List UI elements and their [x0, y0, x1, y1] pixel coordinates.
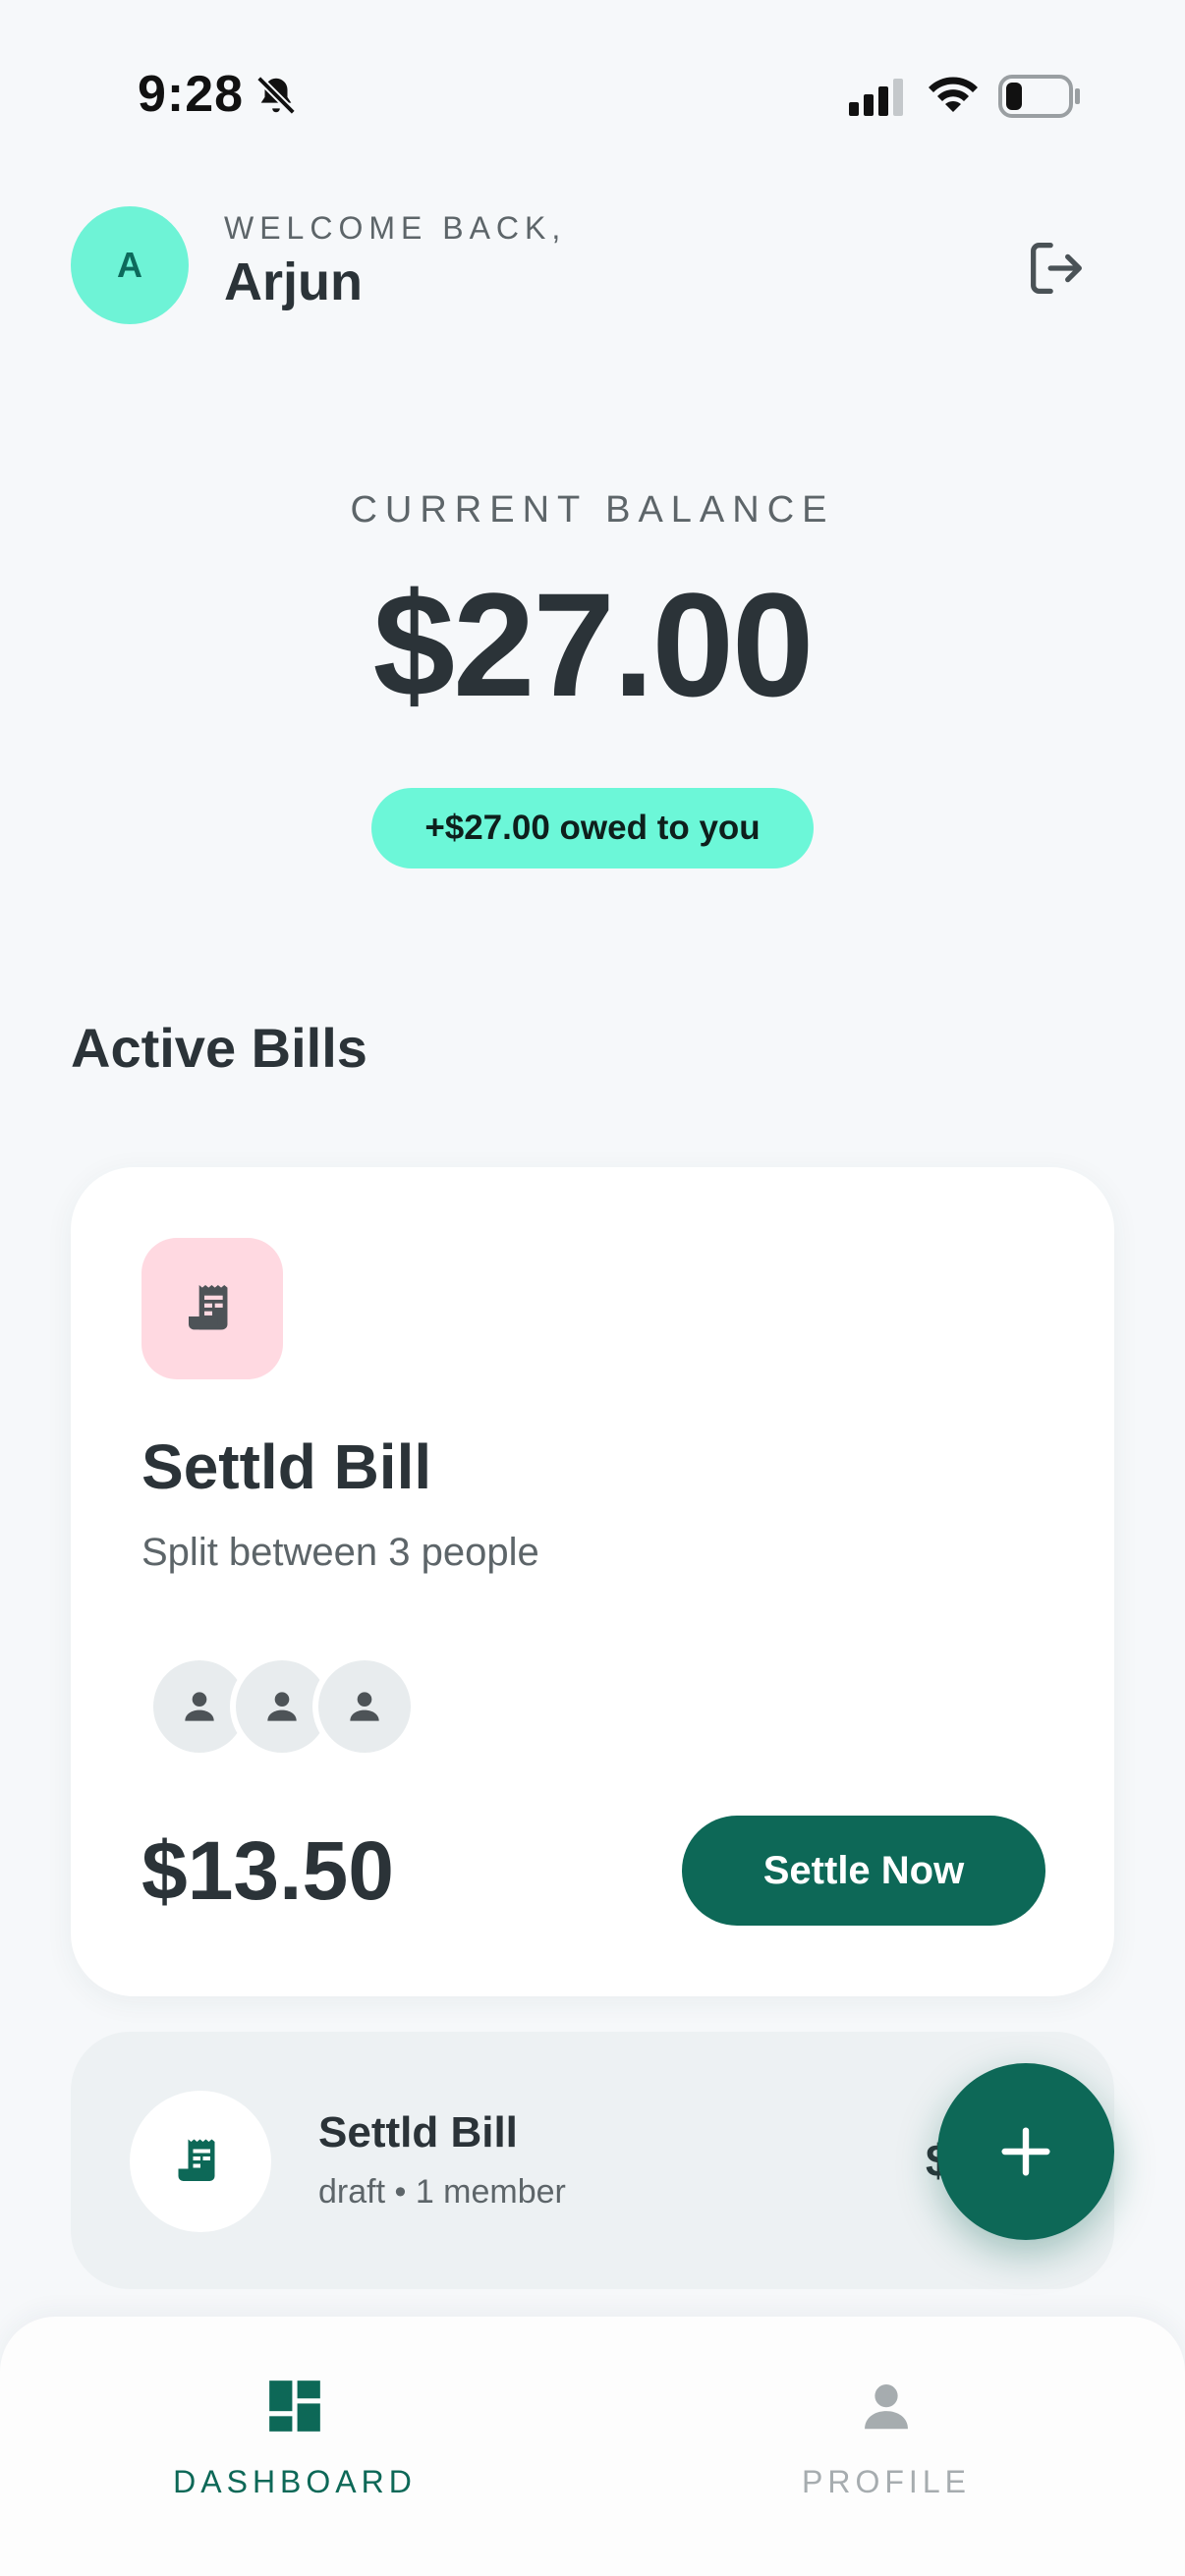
person-icon — [350, 1692, 379, 1721]
settle-now-button[interactable]: Settle Now — [682, 1816, 1045, 1926]
battery-icon — [998, 75, 1080, 118]
bill-amount: $13.50 — [141, 1824, 394, 1917]
bill-subtitle: Split between 3 people — [141, 1531, 539, 1574]
plus-icon — [1001, 2127, 1050, 2176]
person-icon — [865, 2384, 908, 2430]
receipt-tile — [141, 1238, 283, 1379]
wifi-icon — [929, 77, 978, 112]
bottom-nav: DASHBOARD PROFILE — [0, 2317, 1185, 2576]
active-bills-title: Active Bills — [71, 1017, 367, 1079]
bill-row-title: Settld Bill — [318, 2108, 518, 2156]
app-screen: 9:28 A WELCOME BACK, Arjun CURRENT BALAN… — [0, 0, 1185, 2576]
dashboard-icon — [269, 2380, 320, 2432]
status-time: 9:28 — [138, 66, 245, 123]
person-icon — [267, 1692, 297, 1721]
receipt-icon — [178, 2139, 215, 2181]
balance-amount: $27.00 — [372, 562, 815, 727]
nav-item-dashboard[interactable]: DASHBOARD — [147, 2376, 442, 2523]
bill-row-subtitle: draft • 1 member — [318, 2173, 566, 2211]
member-avatar — [312, 1654, 417, 1759]
nav-label-profile: PROFILE — [802, 2464, 971, 2499]
user-name: Arjun — [224, 252, 363, 311]
person-icon — [185, 1692, 214, 1721]
nav-item-profile[interactable]: PROFILE — [739, 2376, 1034, 2523]
user-avatar[interactable]: A — [71, 206, 189, 324]
add-bill-button[interactable] — [937, 2063, 1114, 2240]
bill-title: Settld Bill — [141, 1431, 432, 1502]
logout-icon[interactable] — [1022, 234, 1091, 303]
cellular-signal-icon — [849, 79, 903, 116]
bell-muted-icon — [256, 76, 296, 115]
bill-row-icon — [130, 2091, 271, 2232]
status-bar: 9:28 — [0, 0, 1185, 196]
featured-bill-card[interactable]: Settld Bill Split between 3 people $13.5… — [71, 1167, 1114, 1996]
owed-badge: +$27.00 owed to you — [371, 788, 814, 868]
receipt-icon — [189, 1285, 228, 1330]
balance-label: CURRENT BALANCE — [350, 489, 835, 531]
nav-label-dashboard: DASHBOARD — [173, 2464, 417, 2499]
welcome-label: WELCOME BACK, — [224, 210, 567, 246]
member-avatars — [147, 1654, 442, 1759]
